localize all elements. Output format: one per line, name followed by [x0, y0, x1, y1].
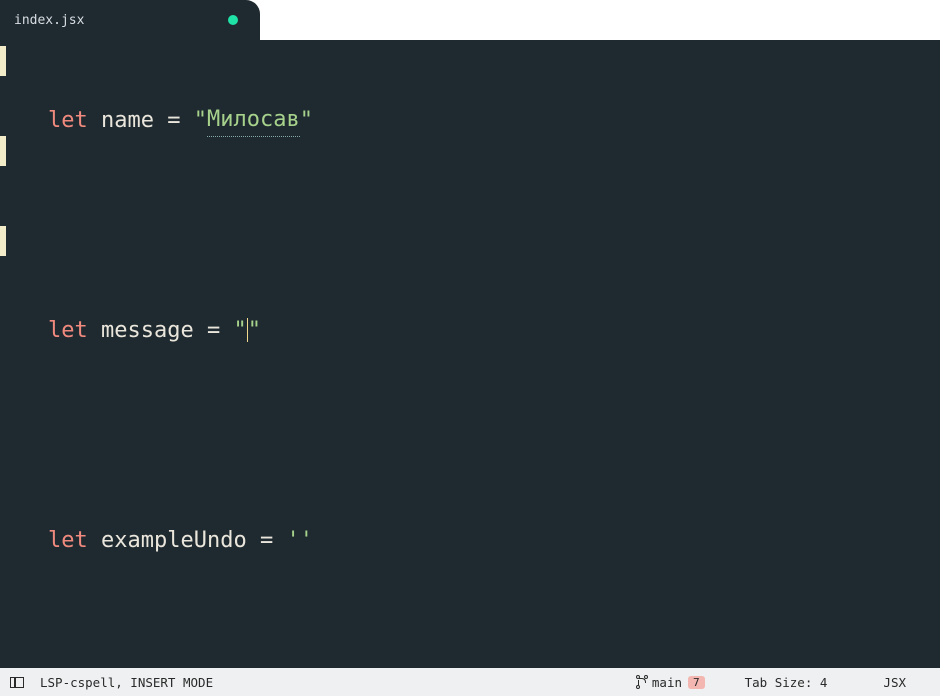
code-content: let name = "Милосав" let message = "" le… — [48, 46, 940, 668]
gutter-change-mark — [0, 226, 6, 256]
gutter-change-mark — [0, 136, 6, 166]
tab-index-jsx[interactable]: index.jsx — [0, 0, 260, 40]
status-mode[interactable]: LSP-cspell, INSERT MODE — [32, 675, 221, 690]
git-branch-icon — [636, 675, 648, 689]
status-branch[interactable]: main 7 — [628, 675, 713, 690]
spell-warning: Милосав — [207, 105, 300, 137]
editor-area[interactable]: let name = "Милосав" let message = "" le… — [0, 40, 940, 668]
code-line[interactable]: let message = "" — [48, 316, 940, 346]
status-bar: LSP-cspell, INSERT MODE main 7 Tab Size:… — [0, 668, 940, 696]
code-line[interactable]: let exampleUndo = '' — [48, 526, 940, 556]
status-tab-size[interactable]: Tab Size: 4 — [721, 675, 852, 690]
tab-bar: index.jsx — [0, 0, 940, 40]
dirty-indicator-icon — [228, 15, 238, 25]
gutter — [0, 40, 6, 668]
tab-filename: index.jsx — [14, 13, 228, 28]
status-language[interactable]: JSX — [859, 675, 930, 690]
branch-changes-badge: 7 — [688, 676, 705, 689]
code-line[interactable]: let name = "Милосав" — [48, 106, 940, 136]
sidebar-toggle-icon[interactable] — [10, 677, 24, 688]
gutter-change-mark — [0, 46, 6, 76]
text-cursor — [247, 318, 248, 342]
editor-window: index.jsx let name = "Милосав" let messa… — [0, 0, 940, 696]
branch-name: main — [652, 675, 682, 690]
